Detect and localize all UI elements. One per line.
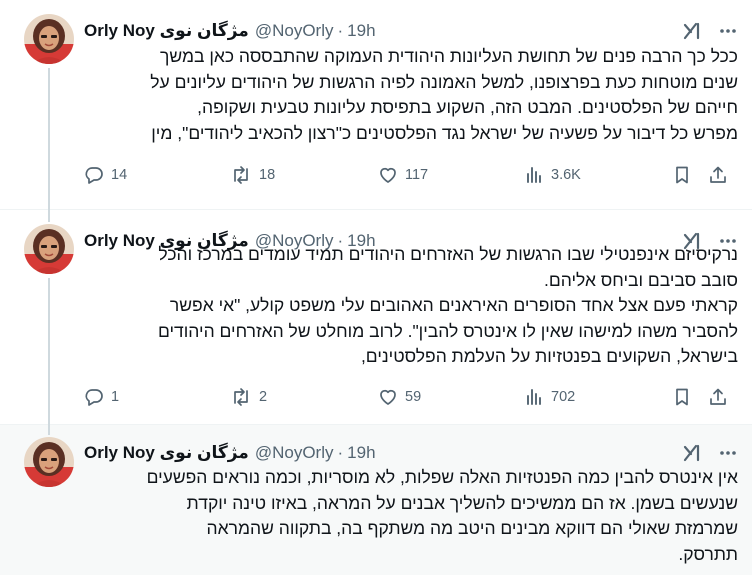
bookmark-button[interactable] <box>672 165 692 185</box>
more-icon[interactable] <box>718 443 738 463</box>
tweet-line: נרקיסיזם אינפנטילי שבו הרגשות של האזרחים… <box>158 244 738 264</box>
like-count: 59 <box>405 389 422 405</box>
views-icon <box>527 167 541 183</box>
like-button[interactable]: 117 <box>378 165 428 185</box>
avatar[interactable] <box>24 224 74 274</box>
tweet-actions: 14 18 117 3.6K <box>84 164 738 186</box>
reply-button[interactable]: 1 <box>84 387 119 407</box>
tweet-text: אין אינטרס להבין כמה הפנטזיות האלה שפלות… <box>84 465 738 567</box>
more-icon[interactable] <box>718 21 738 41</box>
reply-icon <box>85 389 103 406</box>
tweet-line: חייהם של הפלסטינים. המבט הזה, השקוע בתפי… <box>197 97 738 117</box>
share-button[interactable] <box>708 387 728 407</box>
bookmark-icon <box>676 388 688 406</box>
author-name[interactable]: Orly Noy مژگان نوی <box>84 443 249 463</box>
share-icon <box>710 388 726 405</box>
tweet-line: שמרמזת שאולי הם דווקא מבינים היטב מה משת… <box>206 518 738 538</box>
tweet-2[interactable]: Orly Noy مژگان نوی @NoyOrly · 19h נרקיסי… <box>0 210 752 425</box>
tweet-line: קראתי פעם אצל אחד הסופרים האיראנים האהוב… <box>169 295 738 315</box>
tweet-line: שנים מוטחות כעת בפרצופנו, למשל האמונה לפ… <box>150 71 738 92</box>
tweet-line: ככל כך הרבה פנים של תחושת העליונות היהוד… <box>160 46 738 66</box>
tweet-header: Orly Noy مژگان نوی @NoyOrly · 19h <box>84 442 738 464</box>
views-button[interactable]: 702 <box>524 387 575 407</box>
tweet-line: מפרש כל דיבור על פשעיה של ישראל נגד הפלס… <box>151 122 738 143</box>
views-button[interactable]: 3.6K <box>524 165 581 185</box>
avatar[interactable] <box>24 437 74 487</box>
header-actions <box>682 21 738 41</box>
reply-icon <box>85 167 103 184</box>
thread-line <box>48 68 50 210</box>
tweet-text: נרקיסיזם אינפנטילי שבו הרגשות של האזרחים… <box>84 242 738 370</box>
header-actions <box>682 443 738 463</box>
tweet-line: סובב סביבם וביחס אליהם. <box>544 269 738 290</box>
tweet-text: ככל כך הרבה פנים של תחושת העליונות היהוד… <box>84 44 738 146</box>
repost-count: 18 <box>259 167 276 183</box>
share-button[interactable] <box>708 165 728 185</box>
tweet-header: Orly Noy مژگان نوی @NoyOrly · 19h <box>84 20 738 42</box>
like-button[interactable]: 59 <box>378 387 421 407</box>
author-handle[interactable]: @NoyOrly <box>255 443 334 463</box>
heart-icon <box>380 167 396 183</box>
timestamp[interactable]: 19h <box>347 21 375 41</box>
heart-icon <box>380 389 396 405</box>
views-count: 3.6K <box>551 167 581 183</box>
thread-line <box>48 425 50 435</box>
tweet-3[interactable]: Orly Noy مژگان نوی @NoyOrly · 19h אין אי… <box>0 425 752 575</box>
repost-count: 2 <box>259 389 268 405</box>
grok-icon[interactable] <box>682 21 702 41</box>
reply-count: 1 <box>111 389 120 405</box>
reply-button[interactable]: 14 <box>84 165 127 185</box>
grok-icon[interactable] <box>682 443 702 463</box>
separator-dot: · <box>337 443 344 462</box>
avatar[interactable] <box>24 14 74 64</box>
timestamp[interactable]: 19h <box>347 443 375 463</box>
views-icon <box>527 389 541 405</box>
reply-count: 14 <box>111 167 128 183</box>
repost-icon <box>234 166 248 184</box>
author-handle[interactable]: @NoyOrly <box>255 21 334 41</box>
repost-button[interactable]: 2 <box>230 387 267 407</box>
thread-line <box>48 278 50 425</box>
thread-line <box>48 210 50 222</box>
tweet-line: תתרסק. <box>678 543 738 564</box>
tweet-actions: 1 2 59 702 <box>84 386 738 408</box>
tweet-line: בישראל, השקועים בפנטזיות על העלמת הפלסטי… <box>360 346 738 366</box>
tweet-line: שנעשים בשמן. אז הם ממשיכים להשליך אבנים … <box>186 492 738 513</box>
tweet-1[interactable]: Orly Noy مژگان نوی @NoyOrly · 19h ככל כך… <box>0 0 752 210</box>
repost-button[interactable]: 18 <box>230 165 275 185</box>
author-name[interactable]: Orly Noy مژگان نوی <box>84 21 249 41</box>
bookmark-icon <box>676 166 688 184</box>
repost-icon <box>234 388 248 406</box>
bookmark-button[interactable] <box>672 387 692 407</box>
views-count: 702 <box>551 389 576 405</box>
share-icon <box>710 166 726 183</box>
tweet-line: להסביר משהו למישהו שאין לו אינטרס להבין"… <box>157 320 738 341</box>
separator-dot: · <box>337 21 344 40</box>
like-count: 117 <box>405 167 429 183</box>
tweet-line: אין אינטרס להבין כמה הפנטזיות האלה שפלות… <box>146 467 738 487</box>
